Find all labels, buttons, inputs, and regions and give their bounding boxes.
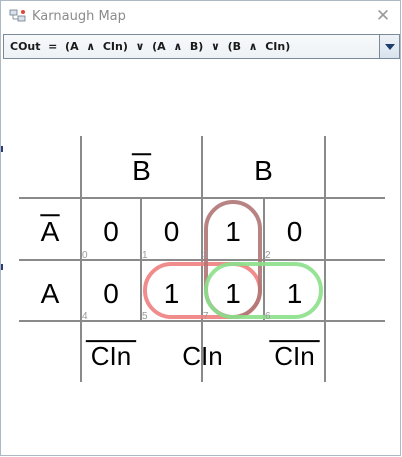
cell-index-2: 2 [265,250,271,261]
karnaugh-map-window: Karnaugh Map ✕ COut = (A ∧ CIn) ∨ (A ∧ B… [0,0,401,456]
cell-value-3: 1 [225,216,241,247]
bottom-header-cin: CIn [182,341,222,371]
cell-index-0: 0 [82,250,88,261]
top-header-not-b: B [132,155,151,186]
cell-index-3: 3 [203,250,209,261]
cell-value-6: 1 [287,278,303,309]
cell-index-5: 5 [142,311,148,322]
cell-index-4: 4 [82,311,88,322]
cell-value-5: 1 [164,278,180,309]
cell-value-7: 1 [225,278,241,309]
cell-value-4: 0 [103,278,119,309]
cell-value-1: 0 [164,216,180,247]
cell-value-2: 0 [287,216,303,247]
top-header-b: B [254,155,273,186]
cell-index-7: 7 [203,311,209,322]
bottom-header-not-cin: CIn [274,341,314,371]
row-header-a: A [41,278,60,309]
row-header-not-a: A [41,216,60,247]
cell-index-1: 1 [142,250,148,261]
karnaugh-map: B B AA CIn CIn CIn 0 0 0 1 1 3 0 2 0 4 1 5 1 7 1 6 [19,136,385,382]
cell-index-6: 6 [265,311,271,322]
bottom-header-not-cin: CIn [91,341,131,371]
cell-value-0: 0 [103,216,119,247]
